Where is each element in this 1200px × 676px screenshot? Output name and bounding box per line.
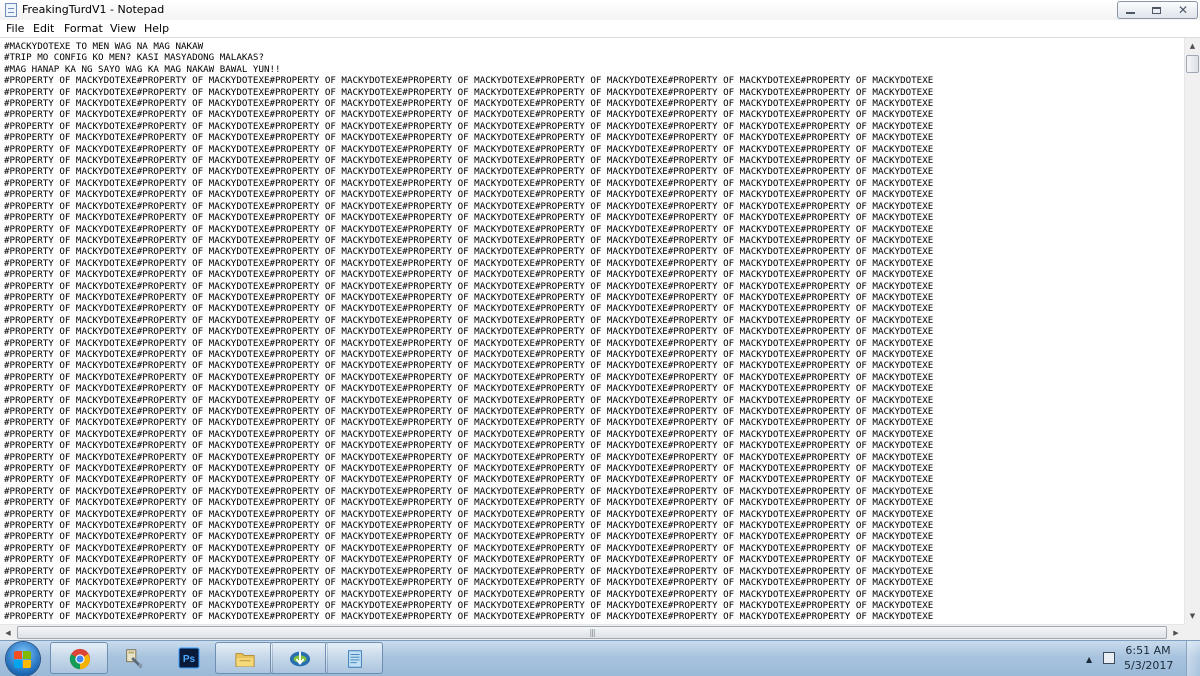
menu-view[interactable]: View	[110, 22, 136, 35]
maximize-button[interactable]	[1143, 1, 1170, 19]
download-manager-icon	[289, 651, 311, 667]
editor-content[interactable]: #MACKYDOTEXE TO MEN WAG NA MAG NAKAW #TR…	[4, 41, 933, 623]
minimize-icon	[1126, 12, 1135, 14]
notepad-icon	[348, 650, 362, 668]
close-icon: ✕	[1177, 3, 1189, 17]
size-grip[interactable]	[1184, 624, 1200, 640]
show-hidden-icons-icon[interactable]: ▲	[1086, 655, 1092, 664]
scroll-down-arrow-icon[interactable]: ▼	[1185, 608, 1200, 624]
title-bar[interactable]: FreakingTurdV1 - Notepad ✕	[0, 0, 1200, 21]
scroll-up-arrow-icon[interactable]: ▲	[1185, 38, 1200, 54]
taskbar: Ps ▲ 6:51 AM 5/3/2017	[0, 640, 1200, 676]
minimize-button[interactable]	[1117, 1, 1144, 19]
menu-file[interactable]: File	[6, 22, 24, 35]
menu-bar: File Edit Format View Help	[0, 20, 1200, 38]
vertical-scrollbar[interactable]: ▲ ▼	[1184, 38, 1200, 624]
vertical-scroll-thumb[interactable]	[1186, 55, 1199, 73]
photoshop-icon: Ps	[178, 647, 200, 669]
maximize-icon	[1151, 6, 1161, 14]
menu-format[interactable]: Format	[64, 22, 103, 35]
taskbar-explorer[interactable]	[215, 642, 273, 674]
chrome-icon	[69, 648, 91, 670]
settings-tool-icon	[126, 649, 143, 669]
close-button[interactable]: ✕	[1169, 1, 1198, 19]
folder-icon	[235, 653, 255, 667]
photoshop-label: Ps	[183, 654, 196, 665]
taskbar-tool[interactable]	[105, 642, 163, 674]
taskbar-download-manager[interactable]	[270, 642, 328, 674]
clock-time[interactable]: 6:51 AM	[1124, 644, 1172, 658]
scroll-grip-icon: |||	[589, 628, 595, 637]
clock-date[interactable]: 5/3/2017	[1124, 659, 1173, 673]
windows-start-icon[interactable]	[6, 642, 40, 676]
scroll-left-arrow-icon[interactable]: ◀	[0, 625, 16, 640]
horizontal-scroll-thumb[interactable]: |||	[17, 626, 1167, 639]
show-desktop-button[interactable]	[1186, 641, 1200, 676]
window-title: FreakingTurdV1 - Notepad	[22, 3, 165, 16]
network-icon[interactable]	[1103, 652, 1115, 664]
menu-help[interactable]: Help	[144, 22, 169, 35]
text-editor[interactable]: #MACKYDOTEXE TO MEN WAG NA MAG NAKAW #TR…	[0, 38, 1184, 624]
taskbar-photoshop[interactable]: Ps	[160, 642, 218, 674]
menu-edit[interactable]: Edit	[33, 22, 54, 35]
notepad-icon	[5, 3, 17, 17]
scroll-right-arrow-icon[interactable]: ▶	[1168, 625, 1184, 640]
taskbar-notepad[interactable]	[325, 642, 383, 674]
taskbar-chrome[interactable]	[50, 642, 108, 674]
horizontal-scrollbar[interactable]: ◀ ||| ▶	[0, 624, 1184, 640]
